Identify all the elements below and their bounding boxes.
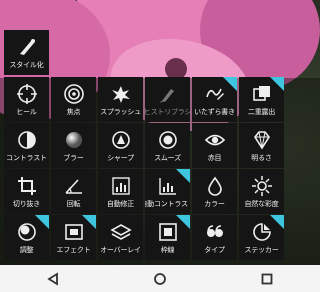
half-circle-icon: [15, 129, 39, 151]
bar-chart-icon: [109, 175, 133, 197]
tool-auto-contrast[interactable]: 自動コントラスト: [145, 169, 190, 214]
tool-type[interactable]: タイプ: [192, 215, 237, 260]
tool-heal[interactable]: ヒール: [4, 77, 49, 122]
tool-histogram-brush[interactable]: ヒストリブラシ: [145, 77, 190, 122]
home-button[interactable]: [145, 268, 175, 290]
tool-frames[interactable]: 枠線: [145, 215, 190, 260]
back-triangle-icon: [47, 271, 59, 286]
triangle-dot-icon: [109, 129, 133, 151]
target-icon: [62, 83, 86, 105]
recents-square-icon: [261, 273, 273, 284]
tool-contrast[interactable]: コントラスト: [4, 123, 49, 168]
new-badge: [270, 215, 284, 229]
tool-red-eye[interactable]: 赤目: [192, 123, 237, 168]
tool-natural-saturation[interactable]: 自然な彩度: [239, 169, 284, 214]
sphere-icon: [62, 129, 86, 151]
back-button[interactable]: [38, 268, 68, 290]
layers-icon: [109, 221, 133, 243]
tool-splash[interactable]: スプラッシュ: [98, 77, 143, 122]
crop-icon: [15, 175, 39, 197]
new-badge: [82, 215, 96, 229]
smooth-icon: [156, 129, 180, 151]
tool-rotate[interactable]: 回転: [51, 169, 96, 214]
new-badge: [270, 77, 284, 91]
drop-icon: [203, 175, 227, 197]
tool-effects[interactable]: エフェクト: [51, 215, 96, 260]
new-badge: [35, 215, 49, 229]
brush-icon: [156, 83, 180, 105]
sun-icon: [250, 175, 274, 197]
quote-icon: [203, 221, 227, 243]
crosshair-icon: [15, 83, 39, 105]
tool-doodle[interactable]: いたずら書き: [192, 77, 237, 122]
system-nav-bar: [0, 265, 320, 292]
diamond-icon: [250, 129, 274, 151]
tool-stylize[interactable]: スタイル化: [4, 30, 49, 75]
new-badge: [176, 215, 190, 229]
home-circle-icon: [154, 272, 166, 285]
tool-crop[interactable]: 切り抜き: [4, 169, 49, 214]
new-badge: [176, 169, 190, 183]
tool-adjust[interactable]: 調整: [4, 215, 49, 260]
tool-overlay[interactable]: オーバーレイ: [98, 215, 143, 260]
tool-auto-fix[interactable]: 自動修正: [98, 169, 143, 214]
tool-color[interactable]: カラー: [192, 169, 237, 214]
tool-smooth[interactable]: スムーズ: [145, 123, 190, 168]
brush-icon: [15, 36, 39, 58]
recents-button[interactable]: [252, 268, 282, 290]
splash-icon: [109, 83, 133, 105]
tool-focus[interactable]: 焦点: [51, 77, 96, 122]
eye-icon: [203, 129, 227, 151]
tool-brightness[interactable]: 明るさ: [239, 123, 284, 168]
tool-stickers[interactable]: ステッカー: [239, 215, 284, 260]
new-badge: [223, 77, 237, 91]
tool-double-exposure[interactable]: 二重露出: [239, 77, 284, 122]
tool-blur[interactable]: ブラー: [51, 123, 96, 168]
rotate-icon: [62, 175, 86, 197]
tool-sharpen[interactable]: シャープ: [98, 123, 143, 168]
